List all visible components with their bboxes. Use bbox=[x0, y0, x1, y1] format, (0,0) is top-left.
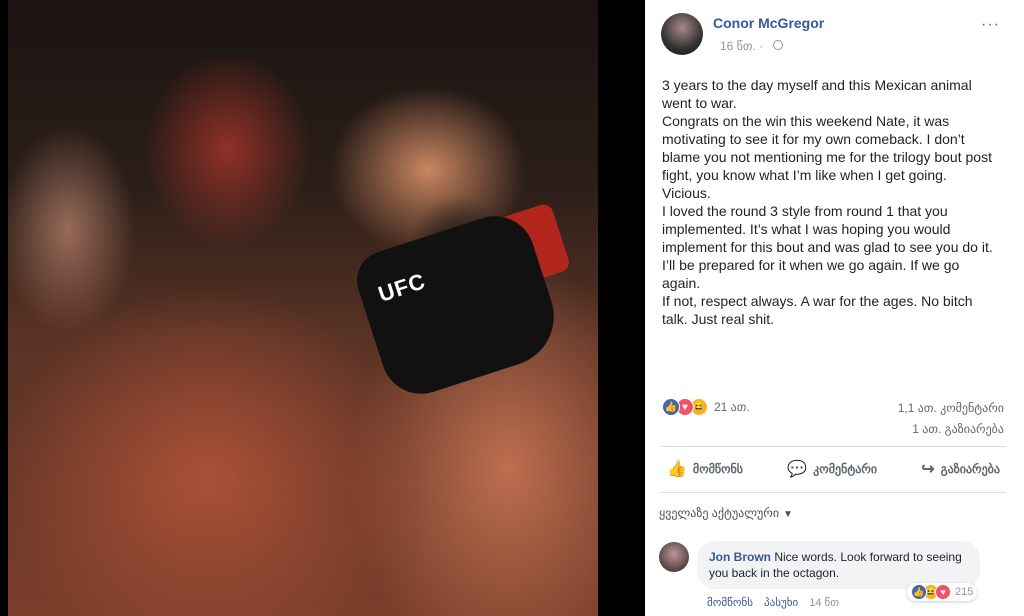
like-reaction-icon: 👍 bbox=[662, 398, 680, 416]
post-paragraph: Congrats on the win this weekend Nate, i… bbox=[662, 113, 992, 201]
share-button-label: გაზიარება bbox=[940, 462, 1000, 476]
shares-count[interactable]: 1 ათ. გაზიარება bbox=[912, 422, 1004, 436]
post-actions: 👍 მომწონს 💬 კომენტარი ↪ გაზიარება bbox=[661, 455, 1006, 483]
post-photo-area: UFC bbox=[0, 0, 645, 616]
author-name[interactable]: Conor McGregor bbox=[713, 15, 824, 31]
comment-reply-link[interactable]: პასუხი bbox=[764, 597, 798, 609]
comment-bubble: Jon Brown Nice words. Look forward to se… bbox=[697, 541, 980, 589]
divider bbox=[661, 446, 1006, 447]
divider bbox=[661, 492, 1006, 493]
comment-button-label: კომენტარი bbox=[813, 462, 878, 476]
post-text: 3 years to the day myself and this Mexic… bbox=[662, 76, 997, 328]
post-timestamp[interactable]: 16 წთ. · bbox=[720, 39, 763, 53]
commenter-name[interactable]: Jon Brown bbox=[709, 550, 771, 564]
post-photo[interactable]: UFC bbox=[8, 0, 598, 616]
love-reaction-icon: ♥ bbox=[935, 584, 951, 600]
post-paragraph: I’ll be prepared for it when we go again… bbox=[662, 257, 960, 291]
thumbs-up-icon: 👍 bbox=[667, 461, 687, 478]
like-reaction-icon: 👍 bbox=[911, 584, 927, 600]
author-avatar[interactable] bbox=[661, 13, 703, 55]
post-paragraph: If not, respect always. A war for the ag… bbox=[662, 293, 973, 327]
post-paragraph: 3 years to the day myself and this Mexic… bbox=[662, 77, 972, 111]
share-icon: ↪ bbox=[921, 461, 935, 478]
comment-reactions[interactable]: 👍 😆 ♥ 215 bbox=[907, 583, 978, 601]
comment-like-link[interactable]: მომწონს bbox=[707, 597, 753, 609]
globe-icon bbox=[773, 40, 783, 50]
post-side-panel: Conor McGregor 16 წთ. · ··· 3 years to t… bbox=[645, 0, 1024, 616]
reaction-count[interactable]: 21 ათ. bbox=[714, 400, 750, 414]
comments-count[interactable]: 1,1 ათ. კომენტარი bbox=[898, 401, 1004, 415]
comment-time[interactable]: 14 წთ bbox=[809, 597, 839, 609]
chevron-down-icon: ▼ bbox=[783, 509, 793, 520]
comment-button[interactable]: 💬 კომენტარი bbox=[781, 455, 883, 483]
post-paragraph: I loved the round 3 style from round 1 t… bbox=[662, 203, 993, 255]
comment-actions: მომწონს პასუხი 14 წთ bbox=[707, 596, 847, 609]
reaction-summary[interactable]: 👍 ♥ 😆 21 ათ. bbox=[662, 398, 750, 416]
commenter-avatar[interactable] bbox=[659, 542, 689, 572]
comment-reaction-count: 215 bbox=[955, 586, 974, 598]
more-options-icon[interactable]: ··· bbox=[981, 16, 1000, 34]
comment-sort-dropdown[interactable]: ყველაზე აქტუალური ▼ bbox=[659, 506, 793, 520]
like-button-label: მომწონს bbox=[692, 462, 744, 476]
comment-icon: 💬 bbox=[787, 461, 808, 478]
like-button[interactable]: 👍 მომწონს bbox=[661, 455, 749, 483]
comment-sort-label: ყველაზე აქტუალური bbox=[659, 506, 780, 520]
share-button[interactable]: ↪ გაზიარება bbox=[915, 455, 1006, 483]
